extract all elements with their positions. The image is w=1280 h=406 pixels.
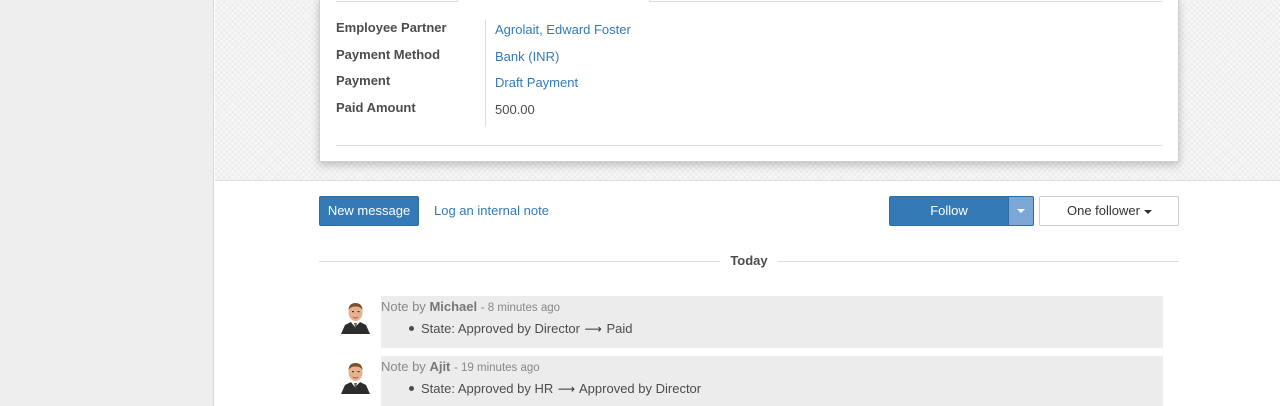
arrow-right-icon: ⟶ xyxy=(557,382,576,396)
message-header: Note by Ajit - 19 minutes ago xyxy=(381,359,540,374)
notebook-active-tab[interactable] xyxy=(457,0,650,2)
chatter-message: Note by Ajit - 19 minutes ago State: App… xyxy=(336,356,1164,406)
left-sidebar xyxy=(0,0,214,406)
paid-amount-value: 500.00 xyxy=(495,102,535,117)
sheet-divider xyxy=(336,145,1162,146)
message-content: Note by Michael - 8 minutes ago State: A… xyxy=(381,296,1163,348)
field-label: Payment xyxy=(336,73,391,88)
message-time: - 8 minutes ago xyxy=(480,302,561,314)
old-value: Approved by Director xyxy=(457,321,580,336)
message-header: Note by Michael - 8 minutes ago xyxy=(381,299,560,314)
message-author[interactable]: Michael xyxy=(429,299,477,314)
field-payment: Payment Draft Payment xyxy=(336,73,1136,99)
followers-label: One follower xyxy=(1067,203,1140,218)
message-author[interactable]: Ajit xyxy=(429,359,450,374)
new-value: Paid xyxy=(606,321,633,336)
follow-options-toggle[interactable] xyxy=(1009,196,1034,226)
date-separator-label: Today xyxy=(730,253,768,268)
date-separator-line xyxy=(778,261,1179,262)
chevron-down-icon xyxy=(1144,210,1152,214)
tracked-field: State: xyxy=(421,321,455,336)
log-internal-note-link[interactable]: Log an internal note xyxy=(434,203,549,218)
message-content: Note by Ajit - 19 minutes ago State: App… xyxy=(381,356,1163,406)
chatter-message: Note by Michael - 8 minutes ago State: A… xyxy=(336,296,1164,348)
user-avatar-icon[interactable] xyxy=(339,359,372,394)
date-separator-line xyxy=(319,261,720,262)
message-time: - 19 minutes ago xyxy=(454,362,540,374)
message-type: Note by xyxy=(381,299,426,314)
followers-dropdown[interactable]: One follower xyxy=(1039,196,1179,226)
field-payment-method: Payment Method Bank (INR) xyxy=(336,47,1136,73)
field-label: Payment Method xyxy=(336,47,441,62)
follow-button[interactable]: Follow xyxy=(889,196,1009,226)
chevron-down-icon xyxy=(1017,209,1025,213)
field-employee-partner: Employee Partner Agrolait, Edward Foster xyxy=(336,20,1136,46)
employee-partner-link[interactable]: Agrolait, Edward Foster xyxy=(495,22,631,37)
new-value: Approved by Director xyxy=(579,381,702,396)
payment-method-link[interactable]: Bank (INR) xyxy=(495,49,559,64)
field-label: Paid Amount xyxy=(336,100,416,115)
tracked-field: State: xyxy=(421,381,455,396)
bullet-icon xyxy=(409,326,414,332)
message-type: Note by xyxy=(381,359,426,374)
tracking-value: State: Approved by HR ⟶ Approved by Dire… xyxy=(409,381,701,396)
form-sheet: Employee Partner Agrolait, Edward Foster… xyxy=(319,0,1179,162)
user-avatar-icon[interactable] xyxy=(339,299,372,334)
new-message-button[interactable]: New message xyxy=(319,196,419,226)
field-label: Employee Partner xyxy=(336,20,447,35)
old-value: Approved by HR xyxy=(457,381,554,396)
bullet-icon xyxy=(409,386,414,392)
arrow-right-icon: ⟶ xyxy=(584,322,602,336)
payment-link[interactable]: Draft Payment xyxy=(495,75,578,90)
tracking-value: State: Approved by Director ⟶ Paid xyxy=(409,321,632,336)
field-paid-amount: Paid Amount 500.00 xyxy=(336,100,1136,126)
